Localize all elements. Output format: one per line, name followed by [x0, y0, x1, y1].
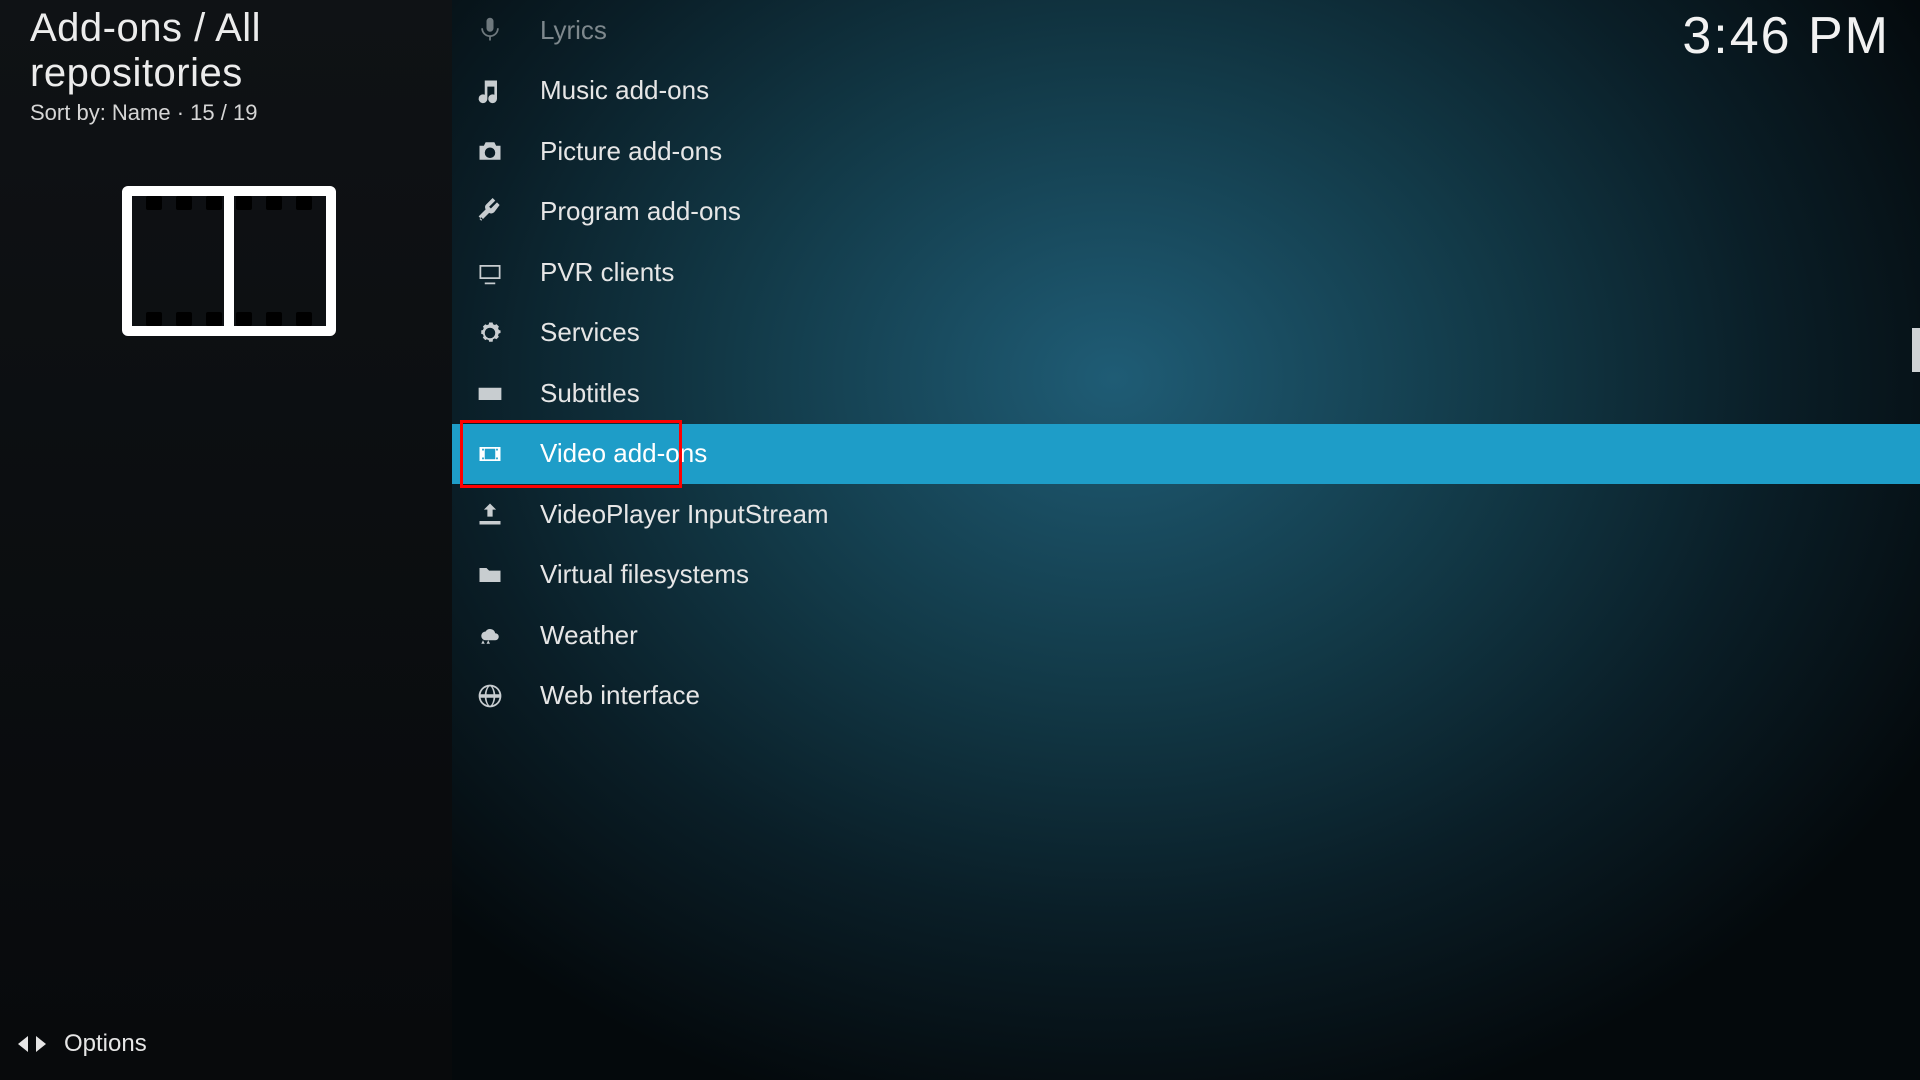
list-item-label: Video add-ons: [540, 438, 707, 469]
mic-icon: [474, 14, 506, 46]
list-item-label: VideoPlayer InputStream: [540, 499, 829, 530]
list-position: 15 / 19: [190, 100, 257, 125]
list-item[interactable]: Program add-ons: [452, 182, 1920, 243]
list-item-label: Subtitles: [540, 378, 640, 409]
list-item[interactable]: Picture add-ons: [452, 121, 1920, 182]
film-icon: [474, 438, 506, 470]
list-item-label: Weather: [540, 620, 638, 651]
list-item-label: Program add-ons: [540, 196, 741, 227]
list-item[interactable]: Weather: [452, 605, 1920, 666]
list-item[interactable]: Web interface: [452, 666, 1920, 727]
list-item[interactable]: Music add-ons: [452, 61, 1920, 122]
list-item-label: Web interface: [540, 680, 700, 711]
list-item-label: Picture add-ons: [540, 136, 722, 167]
list-item-label: Music add-ons: [540, 75, 709, 106]
options-label: Options: [64, 1030, 147, 1058]
folder-icon: [474, 559, 506, 591]
sort-sep: ·: [171, 100, 191, 125]
upload-icon: [474, 498, 506, 530]
globe-icon: [474, 680, 506, 712]
list-item[interactable]: Virtual filesystems: [452, 545, 1920, 606]
list-item[interactable]: VideoPlayer InputStream: [452, 484, 1920, 545]
list-item-label: Lyrics: [540, 15, 607, 46]
breadcrumb: Add-ons / All repositories: [30, 6, 452, 96]
camera-icon: [474, 135, 506, 167]
list-item[interactable]: Lyrics: [452, 0, 1920, 61]
sort-line: Sort by: Name · 15 / 19: [30, 100, 452, 126]
category-thumbnail: [122, 186, 336, 336]
scrollbar-thumb[interactable]: [1912, 328, 1920, 372]
options-icon: [16, 1032, 46, 1056]
header: Add-ons / All repositories Sort by: Name…: [30, 6, 452, 126]
list-item[interactable]: Subtitles: [452, 363, 1920, 424]
list-item-label: PVR clients: [540, 257, 674, 288]
keyboard-icon: [474, 377, 506, 409]
tools-icon: [474, 196, 506, 228]
list-item-label: Virtual filesystems: [540, 559, 749, 590]
app-root: Add-ons / All repositories Sort by: Name…: [0, 0, 1920, 1080]
list-item-label: Services: [540, 317, 640, 348]
tv-icon: [474, 256, 506, 288]
list-item[interactable]: Video add-ons: [452, 424, 1920, 485]
options-button[interactable]: Options: [16, 1030, 147, 1058]
film-icon: [122, 186, 336, 336]
list-item[interactable]: PVR clients: [452, 242, 1920, 303]
addon-category-list[interactable]: Lyrics Music add-ons Picture add-ons Progra…: [452, 0, 1920, 1080]
music-icon: [474, 75, 506, 107]
list-item[interactable]: Services: [452, 303, 1920, 364]
sidebar: Add-ons / All repositories Sort by: Name…: [0, 0, 452, 1080]
gear-icon: [474, 317, 506, 349]
sort-prefix: Sort by:: [30, 100, 112, 125]
weather-icon: [474, 619, 506, 651]
sort-value[interactable]: Name: [112, 100, 171, 125]
